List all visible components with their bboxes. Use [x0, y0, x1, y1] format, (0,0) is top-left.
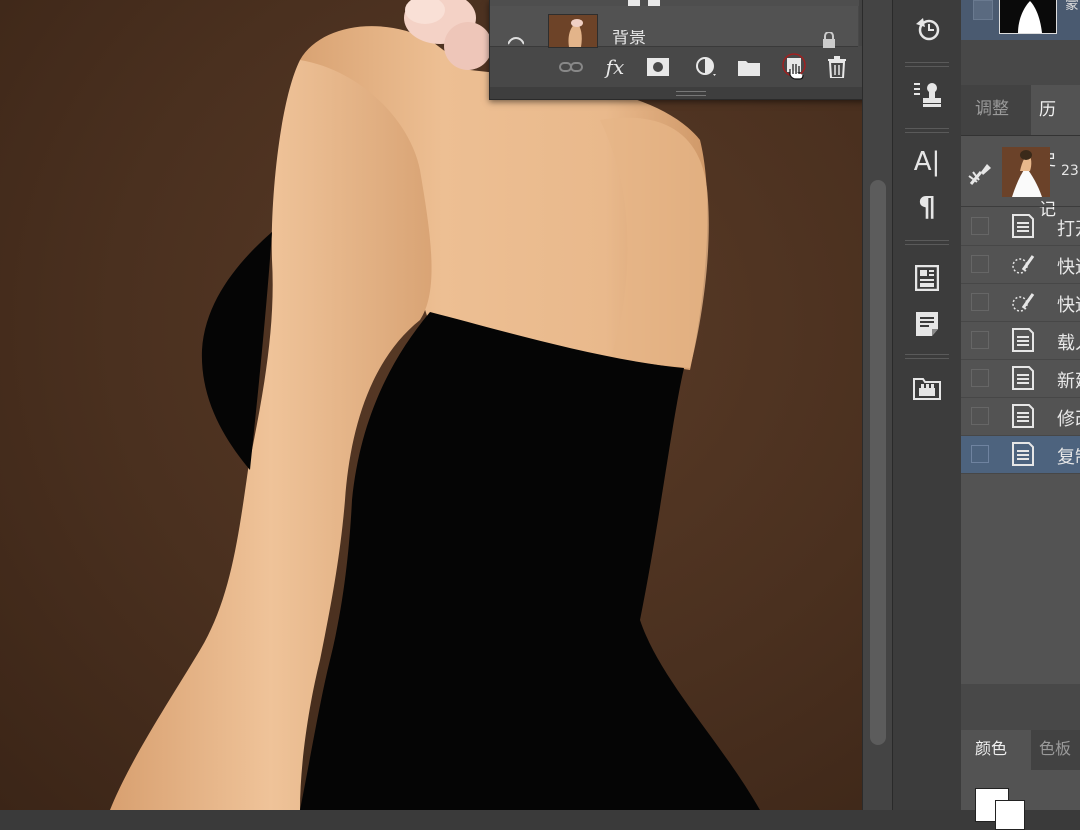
layers-panel-resize-bar[interactable] [490, 87, 892, 99]
document-icon [1012, 442, 1034, 466]
canvas-vertical-scrollbar[interactable] [862, 0, 893, 810]
panel-spacer [961, 684, 1080, 730]
history-item[interactable]: 快速 [961, 246, 1080, 284]
history-item-selected[interactable]: 复制 [961, 436, 1080, 474]
layers-comp-icon[interactable] [911, 372, 943, 404]
document-icon [1012, 214, 1034, 238]
paragraph-icon[interactable]: ¶ [911, 190, 943, 223]
dock-separator [905, 128, 949, 133]
tab-history[interactable]: 历史记 [1031, 85, 1080, 220]
history-checkbox[interactable] [971, 369, 989, 387]
layer-mask-thumbnail [999, 0, 1057, 34]
history-checkbox[interactable] [971, 293, 989, 311]
dock-separator [905, 354, 949, 359]
tab-adjustments[interactable]: 调整 [975, 97, 1009, 121]
layer-name[interactable]: 背景 [612, 30, 646, 46]
adjustment-icon[interactable] [691, 53, 721, 81]
panel-tabs: 调整 历史记 [961, 85, 1080, 220]
document-icon [1012, 366, 1034, 390]
history-item-label: 打开 [1057, 219, 1080, 240]
layer-row-selected[interactable]: 蒙 [961, 0, 1080, 40]
background-color-swatch[interactable] [995, 800, 1025, 830]
dock-separator [905, 240, 949, 245]
new-layer-icon[interactable] [779, 53, 809, 81]
layer-above-chip [628, 0, 640, 6]
layer-row-background[interactable]: 背景 [490, 0, 892, 48]
history-checkbox[interactable] [971, 331, 989, 349]
photo-artwork [110, 0, 760, 810]
panel-icon-dock: A| ¶ [892, 0, 962, 810]
history-brush-source-icon[interactable] [967, 162, 993, 188]
history-list-empty-area [961, 474, 1080, 684]
history-brush-icon[interactable] [911, 12, 943, 44]
layers-toolbar: fx [490, 47, 892, 87]
history-item[interactable]: 修改 [961, 398, 1080, 436]
properties-icon[interactable] [911, 262, 943, 294]
layer-label-cut: 蒙 [1065, 0, 1079, 13]
history-checkbox[interactable] [971, 255, 989, 273]
document-icon [1012, 404, 1034, 428]
panel-spacer [961, 40, 1080, 85]
quick-select-icon [1012, 255, 1035, 274]
layer-row-above [490, 0, 892, 6]
clone-stamp-icon[interactable] [911, 78, 943, 110]
right-panel: 蒙 调整 历史记 23 打开 快速 快速 载入 新建 修改 [961, 0, 1080, 830]
layer-checkbox[interactable] [973, 0, 993, 20]
notes-icon[interactable] [911, 308, 943, 340]
tab-color[interactable]: 颜色 [961, 730, 1031, 770]
history-item[interactable]: 载入 [961, 322, 1080, 360]
layer-thumbnail [548, 14, 598, 48]
layer-above-chip [648, 0, 660, 6]
character-icon[interactable]: A| [911, 146, 943, 178]
document-canvas[interactable] [0, 0, 862, 810]
history-item[interactable]: 新建 [961, 360, 1080, 398]
fx-icon[interactable]: fx [600, 53, 630, 81]
visibility-eye-icon[interactable] [508, 36, 524, 46]
history-item[interactable]: 打开 [961, 208, 1080, 246]
history-checkbox[interactable] [971, 407, 989, 425]
scrollbar-thumb[interactable] [870, 180, 886, 745]
trash-icon[interactable] [822, 53, 852, 81]
document-icon [1012, 328, 1034, 352]
history-item-label: 复制 [1057, 447, 1080, 468]
snapshot-thumbnail [1002, 147, 1050, 197]
snapshot-label: 23 [1061, 163, 1079, 179]
quick-select-icon [1012, 293, 1035, 312]
color-panel-tabs: 颜色 色板 [961, 730, 1080, 770]
history-item-label: 快速 [1057, 295, 1080, 316]
color-panel [961, 770, 1080, 830]
folder-icon[interactable] [734, 53, 764, 81]
resize-grip-icon[interactable] [676, 91, 706, 96]
dock-separator [905, 62, 949, 67]
mask-icon[interactable] [643, 53, 673, 81]
history-item[interactable]: 快速 [961, 284, 1080, 322]
history-checkbox[interactable] [971, 217, 989, 235]
link-icon[interactable] [556, 53, 586, 81]
history-item-label: 快速 [1057, 257, 1080, 278]
layers-panel: 背景 ⌄ fx [489, 0, 893, 100]
history-item-label: 新建 [1057, 371, 1080, 392]
history-item-label: 修改 [1057, 409, 1080, 430]
tab-swatches[interactable]: 色板 [1039, 730, 1071, 770]
history-item-label: 载入 [1057, 333, 1080, 354]
history-checkbox[interactable] [971, 445, 989, 463]
